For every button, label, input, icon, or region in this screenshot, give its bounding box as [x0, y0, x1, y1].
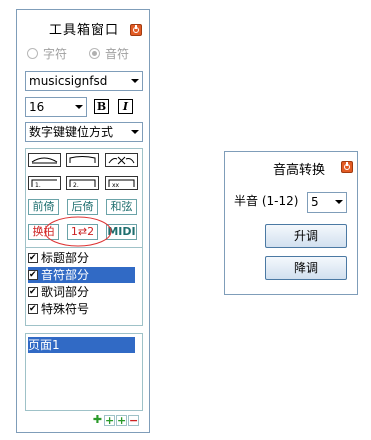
font-select-value: musicsignfsd: [29, 74, 108, 88]
svg-text:1.: 1.: [35, 182, 41, 189]
add-page-icon[interactable]: +: [104, 415, 115, 426]
list-item[interactable]: 页面1: [28, 337, 135, 353]
volta-2-icon: 2.: [69, 179, 96, 189]
input-mode-select[interactable]: 数字键键位方式: [25, 122, 143, 142]
volta-2-button[interactable]: 2.: [66, 176, 99, 190]
close-icon[interactable]: [130, 24, 142, 36]
special-symbol-checkbox[interactable]: [28, 301, 38, 317]
chevron-down-icon[interactable]: [335, 200, 343, 204]
volta-1-icon: 1.: [31, 179, 57, 189]
size-select-value: 16: [29, 100, 45, 114]
pitch-transpose-dialog: 音高转换 半音 (1-12) 5 升调 降调: [224, 151, 358, 295]
chevron-down-icon[interactable]: [75, 105, 83, 109]
lower-pitch-button[interactable]: 降调: [265, 256, 347, 280]
chevron-down-icon[interactable]: [131, 79, 139, 83]
radio-note[interactable]: 音符: [89, 45, 129, 62]
radio-char-circle[interactable]: [27, 48, 38, 59]
list-item[interactable]: 特殊符号: [28, 301, 135, 317]
semitone-select[interactable]: 5: [307, 192, 347, 213]
close-icon[interactable]: [341, 161, 353, 173]
list-item[interactable]: 标题部分: [28, 250, 135, 266]
svg-text:xx: xx: [112, 182, 120, 189]
input-mode-value: 数字键键位方式: [29, 125, 114, 139]
tie-icon: [69, 156, 96, 163]
note-section-checkbox[interactable]: [28, 267, 38, 283]
chevron-down-icon[interactable]: [131, 130, 139, 134]
list-item[interactable]: 音符部分: [28, 267, 135, 283]
lyrics-section-checkbox[interactable]: [28, 284, 38, 300]
radio-char[interactable]: 字符: [27, 45, 67, 62]
chord-button[interactable]: 和弦: [106, 199, 137, 215]
size-select[interactable]: 16: [25, 97, 87, 117]
cross-slur-button[interactable]: [105, 153, 138, 167]
raise-pitch-button[interactable]: 升调: [265, 224, 347, 248]
pitch-dialog-title: 音高转换: [273, 163, 326, 178]
title-section-checkbox[interactable]: [28, 250, 38, 266]
semitone-label: 半音 (1-12): [234, 194, 299, 208]
volta-x-button[interactable]: xx: [105, 176, 138, 190]
italic-button[interactable]: I: [118, 99, 133, 114]
bold-button[interactable]: B: [94, 99, 109, 114]
add-icon[interactable]: ✚: [92, 414, 103, 426]
selection-ellipse: [44, 216, 112, 247]
pre-grace-button[interactable]: 前倚: [28, 199, 59, 215]
font-select[interactable]: musicsignfsd: [25, 71, 143, 91]
post-grace-button[interactable]: 后倚: [67, 199, 98, 215]
cross-slur-icon: [108, 156, 135, 165]
semitone-value: 5: [311, 195, 319, 209]
radio-note-circle[interactable]: [89, 48, 100, 59]
slur-icon: [31, 157, 58, 164]
add-page-icon[interactable]: +: [116, 415, 127, 426]
list-item[interactable]: 歌词部分: [28, 284, 135, 300]
page-label: 页面1: [28, 338, 60, 352]
toolbox-window: 工具箱窗口 字符 音符 musicsignfsd 16 B I 数字键键位方式: [16, 9, 150, 433]
radio-char-label: 字符: [43, 47, 68, 61]
volta-1-button[interactable]: 1.: [28, 176, 61, 190]
slur-button[interactable]: [28, 153, 61, 167]
notation-button-group: 1. 2. xx 前倚 后倚 和弦 换拍 1⇄2 MIDI: [25, 148, 143, 251]
radio-note-label: 音符: [105, 47, 130, 61]
tie-button[interactable]: [66, 153, 99, 167]
volta-x-icon: xx: [108, 179, 135, 189]
sections-list: 标题部分 音符部分 歌词部分 特殊符号: [25, 247, 143, 326]
pages-list: 页面1: [25, 333, 143, 411]
remove-page-icon[interactable]: −: [128, 415, 139, 426]
svg-text:2.: 2.: [73, 182, 79, 189]
